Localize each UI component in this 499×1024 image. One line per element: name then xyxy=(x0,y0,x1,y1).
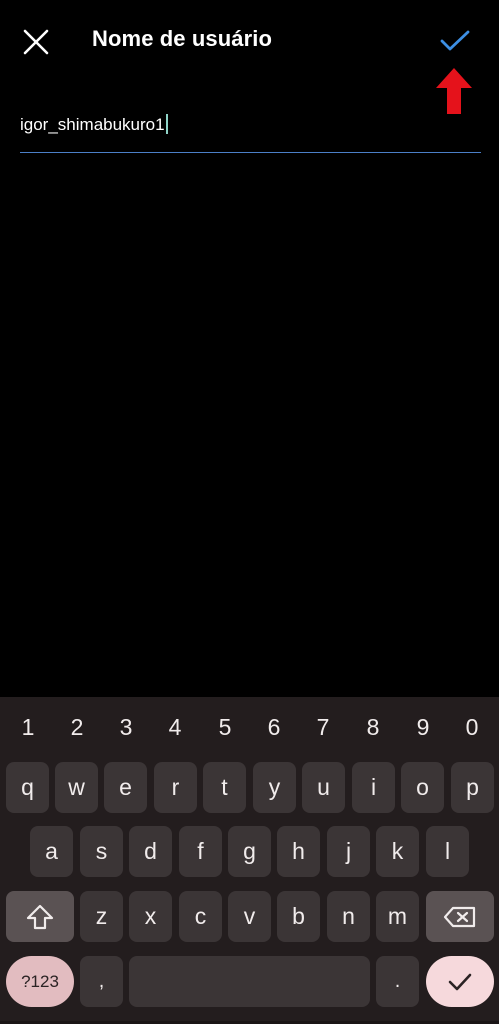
key-c[interactable]: c xyxy=(179,891,222,942)
key-q[interactable]: q xyxy=(6,762,49,813)
backspace-key[interactable] xyxy=(426,891,494,942)
key-e[interactable]: e xyxy=(104,762,147,813)
key-r[interactable]: r xyxy=(154,762,197,813)
key-j[interactable]: j xyxy=(327,826,370,877)
key-y[interactable]: y xyxy=(253,762,296,813)
key-1[interactable]: 1 xyxy=(8,707,48,747)
key-k[interactable]: k xyxy=(376,826,419,877)
key-6[interactable]: 6 xyxy=(254,707,294,747)
symbols-key[interactable]: ?123 xyxy=(6,956,74,1007)
key-g[interactable]: g xyxy=(228,826,271,877)
key-d[interactable]: d xyxy=(129,826,172,877)
key-x[interactable]: x xyxy=(129,891,172,942)
key-5[interactable]: 5 xyxy=(205,707,245,747)
key-f[interactable]: f xyxy=(179,826,222,877)
key-v[interactable]: v xyxy=(228,891,271,942)
close-button[interactable] xyxy=(18,24,54,60)
key-2[interactable]: 2 xyxy=(57,707,97,747)
key-a[interactable]: a xyxy=(30,826,73,877)
close-icon xyxy=(23,29,49,55)
key-7[interactable]: 7 xyxy=(303,707,343,747)
enter-key[interactable] xyxy=(426,956,494,1007)
key-b[interactable]: b xyxy=(277,891,320,942)
key-0[interactable]: 0 xyxy=(452,707,492,747)
page-title: Nome de usuário xyxy=(92,26,272,51)
username-input[interactable]: igor_shimabukuro1 xyxy=(20,108,481,153)
confirm-button[interactable] xyxy=(436,24,474,58)
checkmark-icon xyxy=(440,30,470,51)
key-w[interactable]: w xyxy=(55,762,98,813)
key-p[interactable]: p xyxy=(451,762,494,813)
check-enter-icon xyxy=(448,973,472,990)
key-i[interactable]: i xyxy=(352,762,395,813)
text-cursor xyxy=(165,114,168,134)
key-h[interactable]: h xyxy=(277,826,320,877)
username-value: igor_shimabukuro1 xyxy=(20,114,168,135)
period-key[interactable]: . xyxy=(376,956,419,1007)
top-bar: Nome de usuário xyxy=(0,0,499,114)
key-8[interactable]: 8 xyxy=(353,707,393,747)
key-u[interactable]: u xyxy=(302,762,345,813)
key-n[interactable]: n xyxy=(327,891,370,942)
shift-key[interactable] xyxy=(6,891,74,942)
screen: Nome de usuário igor_shimabukuro1 1 2 3 … xyxy=(0,0,499,1024)
key-t[interactable]: t xyxy=(203,762,246,813)
key-o[interactable]: o xyxy=(401,762,444,813)
backspace-icon xyxy=(443,906,476,927)
key-3[interactable]: 3 xyxy=(106,707,146,747)
key-4[interactable]: 4 xyxy=(155,707,195,747)
on-screen-keyboard: 1 2 3 4 5 6 7 8 9 0 q w e r t y u i o p … xyxy=(0,697,499,1024)
shift-icon xyxy=(26,904,54,929)
space-key[interactable] xyxy=(129,956,370,1007)
key-z[interactable]: z xyxy=(80,891,123,942)
key-l[interactable]: l xyxy=(426,826,469,877)
key-s[interactable]: s xyxy=(80,826,123,877)
key-9[interactable]: 9 xyxy=(403,707,443,747)
key-m[interactable]: m xyxy=(376,891,419,942)
comma-key[interactable]: , xyxy=(80,956,123,1007)
